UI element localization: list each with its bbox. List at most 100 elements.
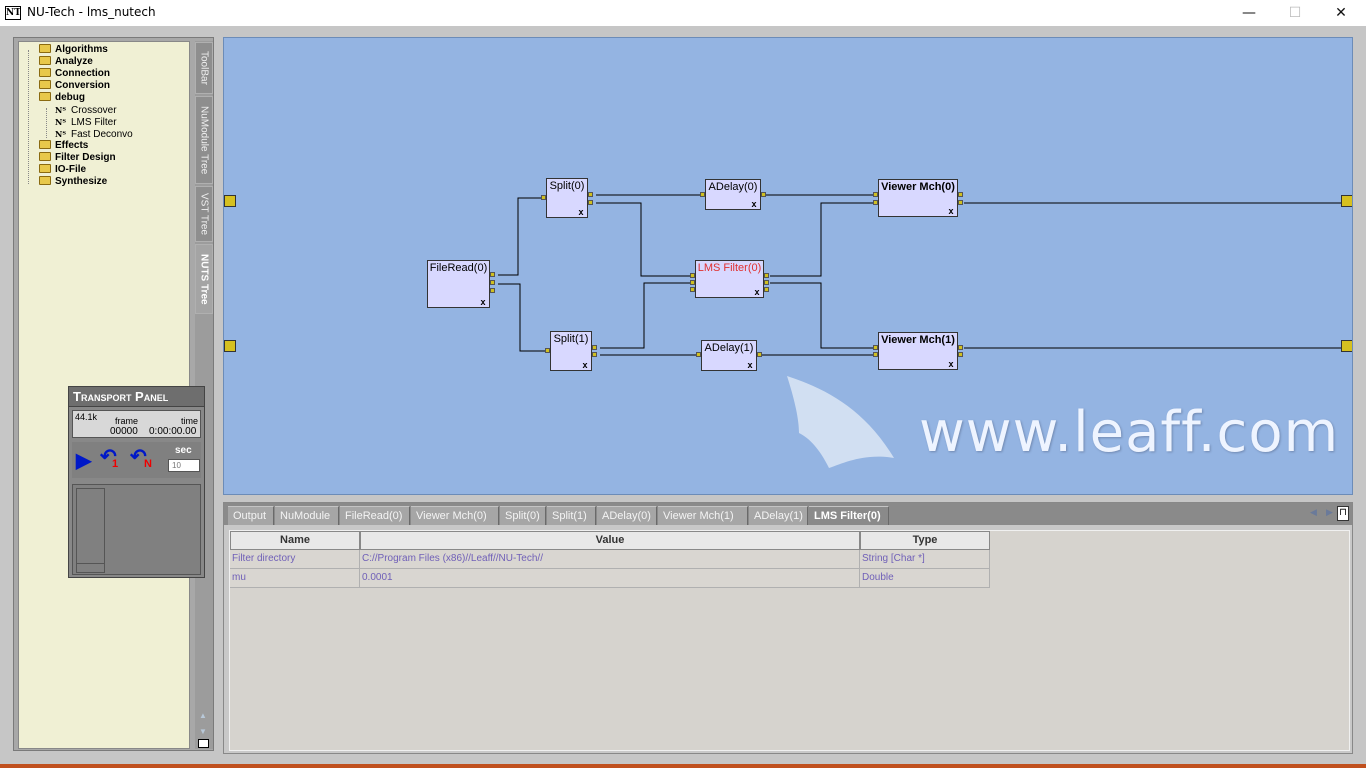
column-header-value[interactable]: Value (360, 531, 860, 550)
output-port-right-1[interactable] (1341, 340, 1352, 352)
property-type-cell: String [Char *] (860, 550, 990, 569)
tree-item-label: Crossover (71, 105, 117, 116)
property-value-cell[interactable]: C://Program Files (x86)//Leaff//NU-Tech/… (360, 550, 860, 569)
tree-folder-effects[interactable]: Effects (39, 139, 88, 152)
tab-adelay-0[interactable]: ADelay(0) (597, 506, 657, 525)
close-button[interactable]: ✕ (1318, 0, 1364, 26)
step-n-button[interactable]: ↶ N (130, 444, 152, 470)
step-one-label: 1 (112, 458, 119, 470)
sec-input[interactable]: 10 (168, 459, 200, 472)
folder-icon (39, 79, 51, 89)
transport-counter: 44.1k frame time 00000 0:00:00.00 (72, 410, 201, 438)
leaf-watermark-shape (787, 376, 894, 468)
frame-value: 00000 (110, 426, 138, 437)
maximize-button[interactable]: ☐ (1272, 0, 1318, 26)
play-icon[interactable]: ▶ (76, 448, 91, 473)
tree-folder-synthesize[interactable]: Synthesize (39, 175, 108, 188)
tab-split-0[interactable]: Split(0) (500, 506, 546, 525)
taskbar-edge (0, 764, 1366, 768)
module-viewer-mch-0[interactable]: Viewer Mch(0) x (878, 179, 958, 217)
scroll-down-icon[interactable]: ▼ (199, 727, 207, 736)
property-value-cell[interactable]: 0.0001 (360, 569, 860, 588)
tab-split-1[interactable]: Split(1) (547, 506, 596, 525)
level-meter (72, 484, 201, 575)
module-viewer-mch-1[interactable]: Viewer Mch(1) x (878, 332, 958, 370)
tree-folder-label: Conversion (55, 80, 111, 91)
module-split-1[interactable]: Split(1) x (550, 331, 592, 371)
folder-icon (39, 139, 51, 149)
tab-label: NUTS Tree (198, 253, 210, 305)
module-close-icon[interactable]: x (752, 287, 762, 297)
tree-folder-label: Algorithms (55, 44, 108, 55)
folder-icon (39, 163, 51, 173)
module-adelay-1[interactable]: ADelay(1) x (701, 340, 757, 371)
tab-scroll-left-icon[interactable]: ◀ (1310, 507, 1317, 518)
property-name-cell[interactable]: Filter directory (230, 550, 360, 569)
module-fileread-0[interactable]: FileRead(0) x (427, 260, 490, 308)
module-label: LMS Filter(0) (697, 262, 762, 274)
module-close-icon[interactable]: x (580, 360, 590, 370)
module-split-0[interactable]: Split(0) x (546, 178, 588, 218)
tree-folder-io-file[interactable]: IO-File (39, 163, 86, 176)
input-port-left-0[interactable] (224, 195, 236, 207)
tab-viewer-mch-1[interactable]: Viewer Mch(1) (658, 506, 748, 525)
tab-numodule[interactable]: NuModule (275, 506, 339, 525)
dock-pin-icon[interactable] (198, 739, 209, 748)
module-tab-strip: Output NuModule FileRead(0) Viewer Mch(0… (224, 503, 1352, 525)
module-close-icon[interactable]: x (946, 359, 956, 369)
tab-viewer-mch-0[interactable]: Viewer Mch(0) (411, 506, 499, 525)
tab-scroll-right-icon[interactable]: ▶ (1326, 507, 1333, 518)
tab-adelay-1[interactable]: ADelay(1) (749, 506, 808, 525)
tab-toolbar[interactable]: ToolBar (195, 42, 213, 94)
module-close-icon[interactable]: x (946, 206, 956, 216)
output-port-right-0[interactable] (1341, 195, 1352, 207)
tree-item-fast-deconvo[interactable]: Nᵀ Fast Deconvo (55, 128, 133, 140)
tree-item-lms-filter[interactable]: Nᵀ LMS Filter (55, 116, 117, 128)
sec-label: sec (175, 445, 192, 456)
tab-label: VST Tree (198, 192, 210, 236)
tree-folder-label: debug (55, 92, 85, 103)
scroll-up-icon[interactable]: ▲ (199, 711, 207, 720)
input-port-left-1[interactable] (224, 340, 236, 352)
tree-folder-algorithms[interactable]: Algorithms (39, 43, 108, 56)
tree-folder-debug[interactable]: debug (39, 91, 85, 104)
module-adelay-0[interactable]: ADelay(0) x (705, 179, 761, 210)
panel-pin-icon[interactable]: ⊓ (1337, 506, 1349, 521)
minimize-button[interactable]: — (1226, 0, 1272, 26)
tab-nuts-tree[interactable]: NUTS Tree (195, 244, 213, 314)
tab-fileread-0[interactable]: FileRead(0) (340, 506, 410, 525)
watermark-text: www.leaff.com (919, 400, 1340, 465)
module-close-icon[interactable]: x (749, 199, 759, 209)
module-close-icon[interactable]: x (745, 360, 755, 370)
transport-title: Transport Panel (69, 387, 204, 407)
tab-output[interactable]: Output (228, 506, 274, 525)
module-label: ADelay(0) (708, 181, 758, 193)
patch-canvas[interactable]: FileRead(0) x Split(0) x Split(1) x ADel… (223, 37, 1353, 495)
tree-folder-label: Connection (55, 68, 110, 79)
property-name-cell[interactable]: mu (230, 569, 360, 588)
folder-icon (39, 43, 51, 53)
module-close-icon[interactable]: x (576, 207, 586, 217)
module-close-icon[interactable]: x (478, 297, 488, 307)
transport-panel: Transport Panel 44.1k frame time 00000 0… (68, 386, 205, 578)
sample-rate: 44.1k (75, 412, 98, 422)
nutech-module-icon: Nᵀ (55, 129, 66, 139)
tree-item-label: LMS Filter (71, 117, 117, 128)
tree-item-crossover[interactable]: Nᵀ Crossover (55, 104, 117, 116)
column-header-type[interactable]: Type (860, 531, 990, 550)
tree-folder-label: Synthesize (55, 176, 108, 187)
tree-folder-analyze[interactable]: Analyze (39, 55, 93, 68)
column-header-name[interactable]: Name (230, 531, 360, 550)
tab-lms-filter-0[interactable]: LMS Filter(0) (809, 506, 889, 525)
tree-folder-filter-design[interactable]: Filter Design (39, 151, 116, 164)
tree-folder-conversion[interactable]: Conversion (39, 79, 111, 92)
property-grid: Name Value Type Filter directory C://Pro… (229, 530, 1350, 751)
folder-icon (39, 175, 51, 185)
module-lms-filter-0[interactable]: LMS Filter(0) x (695, 260, 764, 298)
transport-controls: ▶ ↶ 1 ↶ N sec 10 (72, 442, 201, 478)
time-label: time (181, 416, 199, 426)
tab-numodule-tree[interactable]: NuModule Tree (195, 96, 213, 184)
step-one-button[interactable]: ↶ 1 (100, 444, 119, 470)
tab-vst-tree[interactable]: VST Tree (195, 186, 213, 242)
tree-folder-connection[interactable]: Connection (39, 67, 110, 80)
